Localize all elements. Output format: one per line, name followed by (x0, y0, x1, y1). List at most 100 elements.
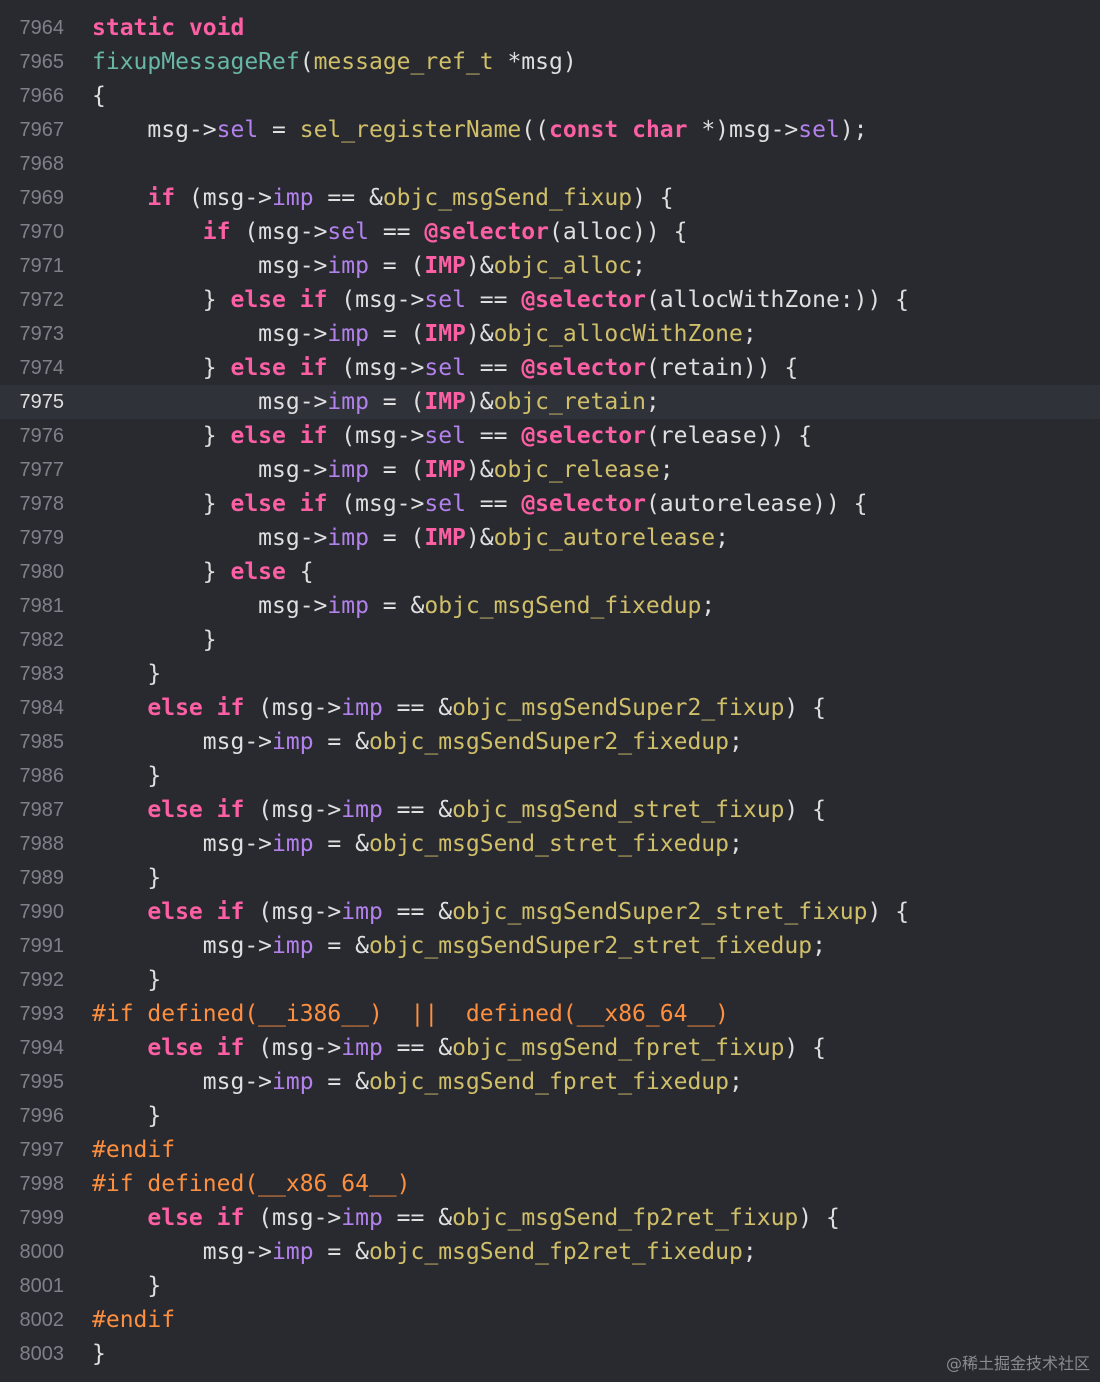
code-token: ; (812, 933, 826, 959)
code-line[interactable]: 7993 #if defined(__i386__) || defined(__x… (0, 997, 1100, 1031)
code-token: } (92, 1103, 162, 1129)
code-token: if (216, 1035, 245, 1061)
code-line[interactable]: 7992 } (0, 963, 1100, 997)
code-token: (autorelease)) { (645, 491, 868, 517)
code-line[interactable]: 7966 { (0, 79, 1100, 113)
code-token: else (147, 797, 203, 823)
code-line[interactable]: 7967 msg->sel = sel_registerName((const … (0, 113, 1100, 147)
line-number: 8003 (19, 1343, 65, 1365)
code-token: if (299, 287, 328, 313)
code-line[interactable]: 7998 #if defined(__x86_64__) (0, 1167, 1100, 1201)
line-code: } else if (msg->sel == @selector(allocWi… (92, 283, 909, 317)
code-token: msg-> (92, 1069, 273, 1095)
code-token: ; (742, 321, 757, 347)
line-code: msg->imp = (IMP)&objc_autorelease; (92, 521, 729, 555)
code-token: (msg-> (327, 355, 425, 381)
code-line[interactable]: 8000 msg->imp = &objc_msgSend_fp2ret_fix… (0, 1235, 1100, 1269)
code-token: == & (382, 695, 453, 721)
code-line[interactable]: 7977 msg->imp = (IMP)&objc_release; (0, 453, 1100, 487)
code-token: ; (715, 525, 730, 551)
code-token: if (216, 797, 245, 823)
code-token: imp (272, 1069, 314, 1095)
code-line[interactable]: 7997 #endif (0, 1133, 1100, 1167)
code-line[interactable]: 7981 msg->imp = &objc_msgSend_fixedup; (0, 589, 1100, 623)
code-line[interactable]: 7978 } else if (msg->sel == @selector(au… (0, 487, 1100, 521)
code-token: else (230, 559, 286, 585)
code-line[interactable]: 7980 } else { (0, 555, 1100, 589)
line-code: msg->imp = (IMP)&objc_release; (92, 453, 673, 487)
code-line[interactable]: 7987 else if (msg->imp == &objc_msgSend_… (0, 793, 1100, 827)
code-line[interactable]: 7996 } (0, 1099, 1100, 1133)
code-line[interactable]: 8002 #endif (0, 1303, 1100, 1337)
code-line[interactable]: 7986 } (0, 759, 1100, 793)
code-line[interactable]: 7970 if (msg->sel == @selector(alloc)) { (0, 215, 1100, 249)
code-line[interactable]: 7969 if (msg->imp == &objc_msgSend_fixup… (0, 181, 1100, 215)
code-line[interactable]: 7985 msg->imp = &objc_msgSendSuper2_fixe… (0, 725, 1100, 759)
code-token: @selector (521, 423, 646, 449)
code-token: (msg-> (244, 797, 342, 823)
code-line[interactable]: 7991 msg->imp = &objc_msgSendSuper2_stre… (0, 929, 1100, 963)
code-token: else (230, 355, 286, 381)
code-token: } (92, 865, 162, 891)
code-token: if (299, 423, 328, 449)
code-line[interactable]: 8001 } (0, 1269, 1100, 1303)
code-token: objc_msgSend_fpret_fixedup (368, 1069, 729, 1095)
code-line[interactable]: 7988 msg->imp = &objc_msgSend_stret_fixe… (0, 827, 1100, 861)
code-line[interactable]: 7971 msg->imp = (IMP)&objc_alloc; (0, 249, 1100, 283)
code-line[interactable]: 7989 } (0, 861, 1100, 895)
code-line[interactable]: 7973 msg->imp = (IMP)&objc_allocWithZone… (0, 317, 1100, 351)
code-line[interactable]: 8003} (0, 1337, 1100, 1371)
code-line[interactable]: 7983 } (0, 657, 1100, 691)
code-token: #endif (92, 1137, 176, 1163)
code-line[interactable]: 7979 msg->imp = (IMP)&objc_autorelease; (0, 521, 1100, 555)
code-token: ) { (867, 899, 910, 925)
code-token: } (92, 559, 231, 585)
code-token: ; (742, 1239, 757, 1265)
code-token: = (258, 117, 300, 143)
code-line[interactable]: 7984 else if (msg->imp == &objc_msgSendS… (0, 691, 1100, 725)
line-code: } (92, 861, 161, 895)
code-token: } (92, 627, 217, 653)
code-token: )& (465, 457, 494, 483)
code-token: ; (728, 729, 743, 755)
code-token: ; (728, 1069, 743, 1095)
code-token: #endif (92, 1307, 176, 1333)
code-token: msg-> (92, 729, 273, 755)
code-line[interactable]: 7974 } else if (msg->sel == @selector(re… (0, 351, 1100, 385)
code-token: (msg-> (244, 1035, 342, 1061)
line-code: #endif (92, 1303, 175, 1337)
code-line[interactable]: 7990 else if (msg->imp == &objc_msgSendS… (0, 895, 1100, 929)
line-number: 7981 (19, 595, 65, 617)
current-code-line[interactable]: 7975 msg->imp = (IMP)&objc_retain; (0, 385, 1100, 419)
line-code: msg->imp = &objc_msgSend_fp2ret_fixedup; (92, 1235, 757, 1269)
line-number: 7987 (19, 799, 65, 821)
code-token: if (216, 1205, 245, 1231)
code-line[interactable]: 7995 msg->imp = &objc_msgSend_fpret_fixe… (0, 1065, 1100, 1099)
code-line[interactable]: 7999 else if (msg->imp == &objc_msgSend_… (0, 1201, 1100, 1235)
code-line[interactable]: 7964 static void (0, 11, 1100, 45)
line-code: } (92, 657, 161, 691)
line-number: 7998 (19, 1173, 65, 1195)
code-token: IMP (424, 321, 466, 347)
code-line[interactable]: 7982 } (0, 623, 1100, 657)
code-line[interactable]: 7965 fixupMessageRef(message_ref_t *msg) (0, 45, 1100, 79)
code-token: (msg-> (327, 287, 425, 313)
line-number: 7980 (19, 561, 65, 583)
code-line[interactable]: 7994 else if (msg->imp == &objc_msgSend_… (0, 1031, 1100, 1065)
code-line[interactable]: 7972 } else if (msg->sel == @selector(al… (0, 283, 1100, 317)
code-editor[interactable]: 7964 static void 7965 fixupMessageRef(messa… (0, 0, 1100, 1382)
code-token: msg-> (92, 457, 328, 483)
code-token: if (299, 355, 328, 381)
line-code: msg->imp = (IMP)&objc_retain; (92, 385, 660, 419)
line-code: else if (msg->imp == &objc_msgSend_stret… (92, 793, 826, 827)
code-line[interactable]: 7976 } else if (msg->sel == @selector(re… (0, 419, 1100, 453)
code-token: ) { (784, 797, 826, 823)
code-line[interactable]: 7968 (0, 147, 1100, 181)
code-token: )& (465, 253, 494, 279)
code-token: imp (272, 729, 314, 755)
code-token: char (632, 117, 688, 143)
